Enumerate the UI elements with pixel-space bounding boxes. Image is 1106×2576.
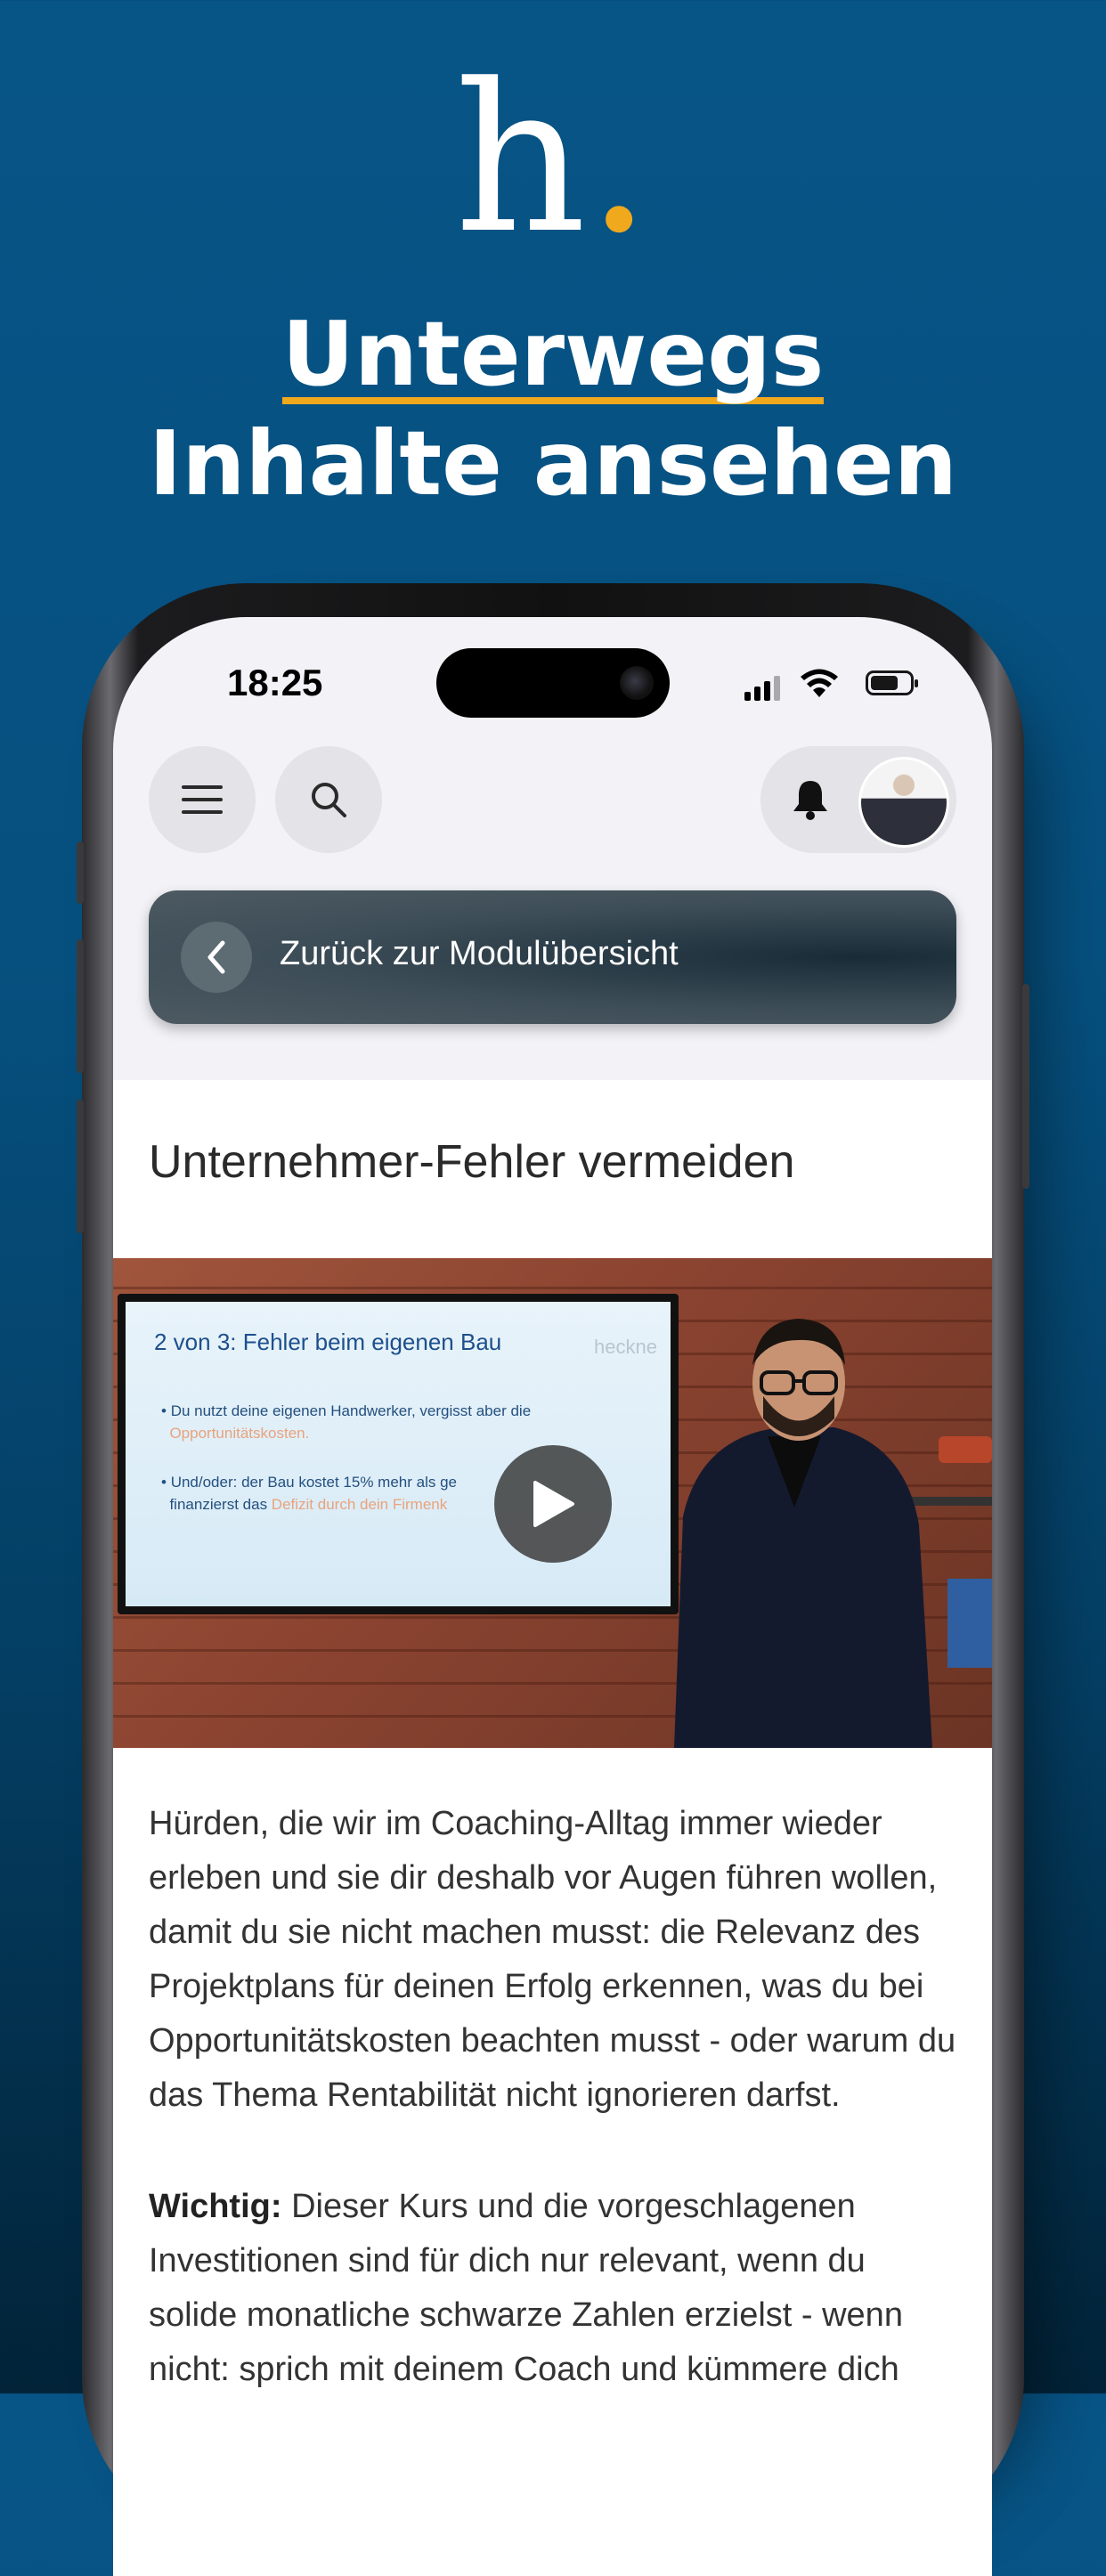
chevron-left-icon [207, 940, 225, 974]
status-icons [744, 669, 918, 701]
video-tv-screen: 2 von 3: Fehler beim eigenen Bau heckne … [118, 1294, 679, 1614]
phone-screen: 18:25 Zurück zur Modulübersicht Unterneh… [113, 617, 992, 2576]
headline-line-1: Unterwegs [0, 305, 1106, 404]
back-circle [181, 922, 252, 993]
status-time: 18:25 [227, 662, 323, 703]
module-title: Unternehmer-Fehler vermeiden [149, 1136, 795, 1188]
headline-underlined-word: Unterwegs [281, 302, 825, 406]
video-slide: 2 von 3: Fehler beim eigenen Bau heckne … [126, 1302, 671, 1606]
play-icon [533, 1481, 574, 1527]
back-label: Zurück zur Modulübersicht [280, 935, 679, 972]
important-label: Wichtig: [149, 2188, 282, 2225]
user-actions-pill [760, 746, 956, 853]
back-to-module-overview-button[interactable]: Zurück zur Modulübersicht [149, 890, 956, 1024]
module-important-note: Wichtig: Dieser Kurs und die vorgeschlag… [149, 2180, 959, 2397]
bell-icon [793, 781, 827, 820]
wifi-icon [801, 669, 838, 697]
module-content: Unternehmer-Fehler vermeiden 2 von 3: Fe… [113, 1080, 992, 2576]
slide-bullet-1: • Du nutzt deine eigenen Handwerker, ver… [161, 1402, 532, 1442]
module-description: Hürden, die wir im Coaching-Alltag immer… [149, 1805, 956, 2114]
search-icon [312, 783, 346, 817]
video-player[interactable]: 2 von 3: Fehler beim eigenen Bau heckne … [113, 1258, 992, 1748]
search-button[interactable] [275, 746, 382, 853]
play-button[interactable] [494, 1445, 612, 1563]
logo-dot: . [586, 41, 652, 279]
headline-line-2: Inhalte ansehen [148, 411, 957, 516]
battery-icon [866, 670, 918, 695]
brand-logo: h. [454, 41, 652, 279]
menu-button[interactable] [149, 746, 256, 853]
avatar[interactable] [858, 757, 949, 848]
notifications-button[interactable] [785, 775, 835, 825]
slide-title: 2 von 3: Fehler beim eigenen Bau [154, 1329, 502, 1355]
dynamic-island [436, 648, 670, 718]
presenter-figure [674, 1319, 932, 1748]
hamburger-icon [182, 785, 223, 814]
